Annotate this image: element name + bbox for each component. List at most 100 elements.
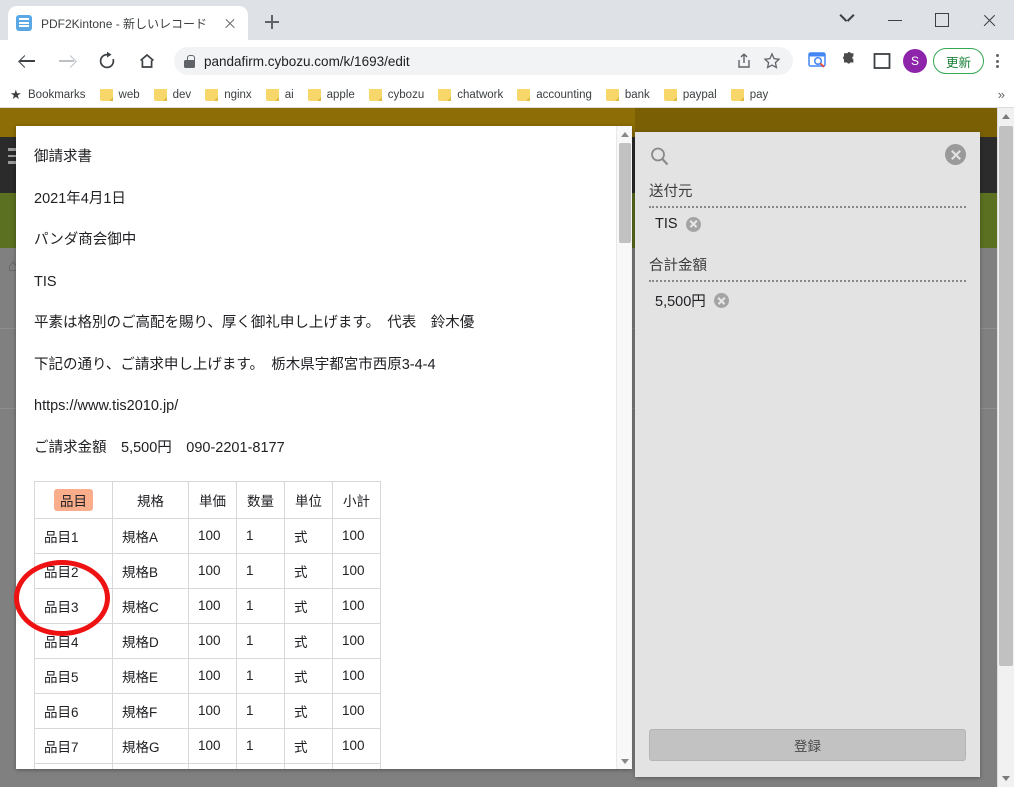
table-row[interactable]: 品目2 規格B 100 1 式 100 xyxy=(34,552,381,589)
close-icon[interactable] xyxy=(220,13,240,33)
table-row[interactable]: 品目4 規格D 100 1 式 100 xyxy=(34,622,381,659)
reload-icon[interactable] xyxy=(90,44,124,78)
close-circle-icon[interactable] xyxy=(945,144,966,165)
bookmark-label: dev xyxy=(172,88,192,101)
magnifier-icon[interactable] xyxy=(649,146,671,173)
cell-quantity: 1 xyxy=(236,552,285,589)
delete-circle-icon[interactable] xyxy=(713,293,729,308)
bookmark-folder[interactable]: chatwork xyxy=(438,88,503,101)
table-row[interactable]: 品目7 規格G 100 1 式 100 xyxy=(34,727,381,764)
cell-subtotal: 100 xyxy=(332,657,381,694)
chevron-down-icon[interactable] xyxy=(826,0,872,40)
bookmarks-overflow-icon[interactable]: » xyxy=(998,87,1005,102)
browser-toolbar: pandafirm.cybozu.com/k/1693/edit S 更新 xyxy=(0,40,1014,82)
kebab-menu-icon[interactable] xyxy=(984,46,1010,76)
share-icon[interactable] xyxy=(733,50,755,72)
folder-icon xyxy=(438,88,452,101)
field-value-sender[interactable]: TIS xyxy=(649,216,966,232)
cell-item: 品目7 xyxy=(34,727,113,764)
maximize-icon[interactable] xyxy=(918,0,964,40)
register-button[interactable]: 登録 xyxy=(649,729,966,761)
column-header-subtotal[interactable]: 小計 xyxy=(332,480,381,519)
field-value-text: 5,500円 xyxy=(655,294,706,310)
scrollbar-thumb[interactable] xyxy=(619,143,631,243)
cell-unitprice: 100 xyxy=(188,622,237,659)
table-row[interactable]: 品目6 規格F 100 1 式 100 xyxy=(34,692,381,729)
cell-spec: 規格H xyxy=(112,762,189,769)
browser-tab[interactable]: PDF2Kintone - 新しいレコード xyxy=(8,6,248,40)
folder-icon xyxy=(153,88,167,101)
star-icon[interactable] xyxy=(761,50,783,72)
cell-spec: 規格E xyxy=(112,657,189,694)
page-scrollbar[interactable] xyxy=(997,108,1014,787)
cell-item: 品目2 xyxy=(34,552,113,589)
bookmark-folder[interactable]: dev xyxy=(153,88,192,101)
folder-icon xyxy=(368,88,382,101)
column-header-spec[interactable]: 規格 xyxy=(112,480,189,519)
cell-spec: 規格B xyxy=(112,552,189,589)
bookmark-folder[interactable]: pay xyxy=(730,88,769,101)
document-preview-modal: 御請求書 2021年4月1日 パンダ商会御中 TIS 平素は格別のご高配を賜り、… xyxy=(16,126,632,769)
folder-icon xyxy=(517,88,531,101)
bookmark-label: web xyxy=(118,88,140,101)
cell-unit: 式 xyxy=(284,657,333,694)
panel-footer: 登録 xyxy=(635,719,980,777)
bookmark-folder[interactable]: accounting xyxy=(517,88,592,101)
home-icon[interactable] xyxy=(130,44,164,78)
column-header-unit[interactable]: 単位 xyxy=(284,480,333,519)
arrow-left-icon[interactable] xyxy=(10,44,44,78)
field-label-sender: 送付元 xyxy=(649,180,966,208)
bookmark-label: nginx xyxy=(224,88,252,101)
table-row[interactable]: 品目8 規格H 100 1 式 100 xyxy=(34,762,381,769)
avatar[interactable]: S xyxy=(902,49,927,73)
cell-item: 品目3 xyxy=(34,587,113,624)
highlighted-header-label: 品目 xyxy=(54,488,93,511)
update-button[interactable]: 更新 xyxy=(932,48,984,74)
cell-spec: 規格F xyxy=(112,692,189,729)
table-row[interactable]: 品目1 規格A 100 1 式 100 xyxy=(34,517,381,554)
column-header-item[interactable]: 品目 xyxy=(34,480,113,519)
folder-icon xyxy=(730,88,744,101)
bookmark-folder[interactable]: cybozu xyxy=(368,88,424,101)
delete-circle-icon[interactable] xyxy=(685,216,701,232)
scroll-up-arrow-icon[interactable] xyxy=(998,108,1014,125)
cell-unit: 式 xyxy=(284,552,333,589)
scrollbar-thumb[interactable] xyxy=(999,126,1013,666)
page-search-icon[interactable] xyxy=(803,46,833,76)
invoice-table: 品目 規格 単価 数量 単位 小計 品目1 規格A 100 1 式 100 品目… xyxy=(34,480,381,769)
table-row[interactable]: 品目5 規格E 100 1 式 100 xyxy=(34,657,381,694)
new-tab-button[interactable] xyxy=(258,8,286,36)
cell-spec: 規格C xyxy=(112,587,189,624)
bookmarks-root[interactable]: ★ Bookmarks xyxy=(10,88,86,101)
panel-fields: 送付元 TIS 合計金額 5,500円 xyxy=(635,180,980,719)
bookmarks-bar: ★ Bookmarks web dev nginx ai apple cyboz… xyxy=(0,82,1014,108)
minimize-icon[interactable] xyxy=(872,0,918,40)
cell-quantity: 1 xyxy=(236,587,285,624)
folder-icon xyxy=(605,88,619,101)
column-header-quantity[interactable]: 数量 xyxy=(236,480,285,519)
close-icon[interactable] xyxy=(964,0,1014,40)
doc-line: ご請求金額 5,500円 090-2201-8177 xyxy=(34,439,285,456)
table-row[interactable]: 品目3 規格C 100 1 式 100 xyxy=(34,587,381,624)
bookmark-folder[interactable]: web xyxy=(99,88,140,101)
page-viewport: ⌂ 御請求書 2021年4月1日 パンダ商会御中 TIS 平素は格別のご高配を賜… xyxy=(0,108,1014,787)
document-scrollbar[interactable] xyxy=(616,126,632,769)
bookmark-folder[interactable]: paypal xyxy=(663,88,717,101)
field-value-total[interactable]: 5,500円 xyxy=(649,290,966,311)
bookmark-folder[interactable]: ai xyxy=(265,88,294,101)
cell-subtotal: 100 xyxy=(332,692,381,729)
scroll-down-arrow-icon[interactable] xyxy=(617,753,633,769)
extensions-puzzle-icon[interactable] xyxy=(835,46,865,76)
bookmark-folder[interactable]: nginx xyxy=(205,88,252,101)
column-header-unitprice[interactable]: 単価 xyxy=(188,480,237,519)
folder-icon xyxy=(663,88,677,101)
doc-line: 下記の通り、ご請求申し上げます。 栃木県宇都宮市西原3-4-4 xyxy=(34,356,436,373)
scroll-up-arrow-icon[interactable] xyxy=(617,126,633,142)
bookmark-folder[interactable]: bank xyxy=(605,88,650,101)
bookmark-label: pay xyxy=(749,88,769,101)
address-bar[interactable]: pandafirm.cybozu.com/k/1693/edit xyxy=(174,47,793,75)
scroll-down-arrow-icon[interactable] xyxy=(998,770,1014,787)
bookmark-folder[interactable]: apple xyxy=(307,88,355,101)
cell-quantity: 1 xyxy=(236,692,285,729)
sidepanel-icon[interactable] xyxy=(867,46,897,76)
